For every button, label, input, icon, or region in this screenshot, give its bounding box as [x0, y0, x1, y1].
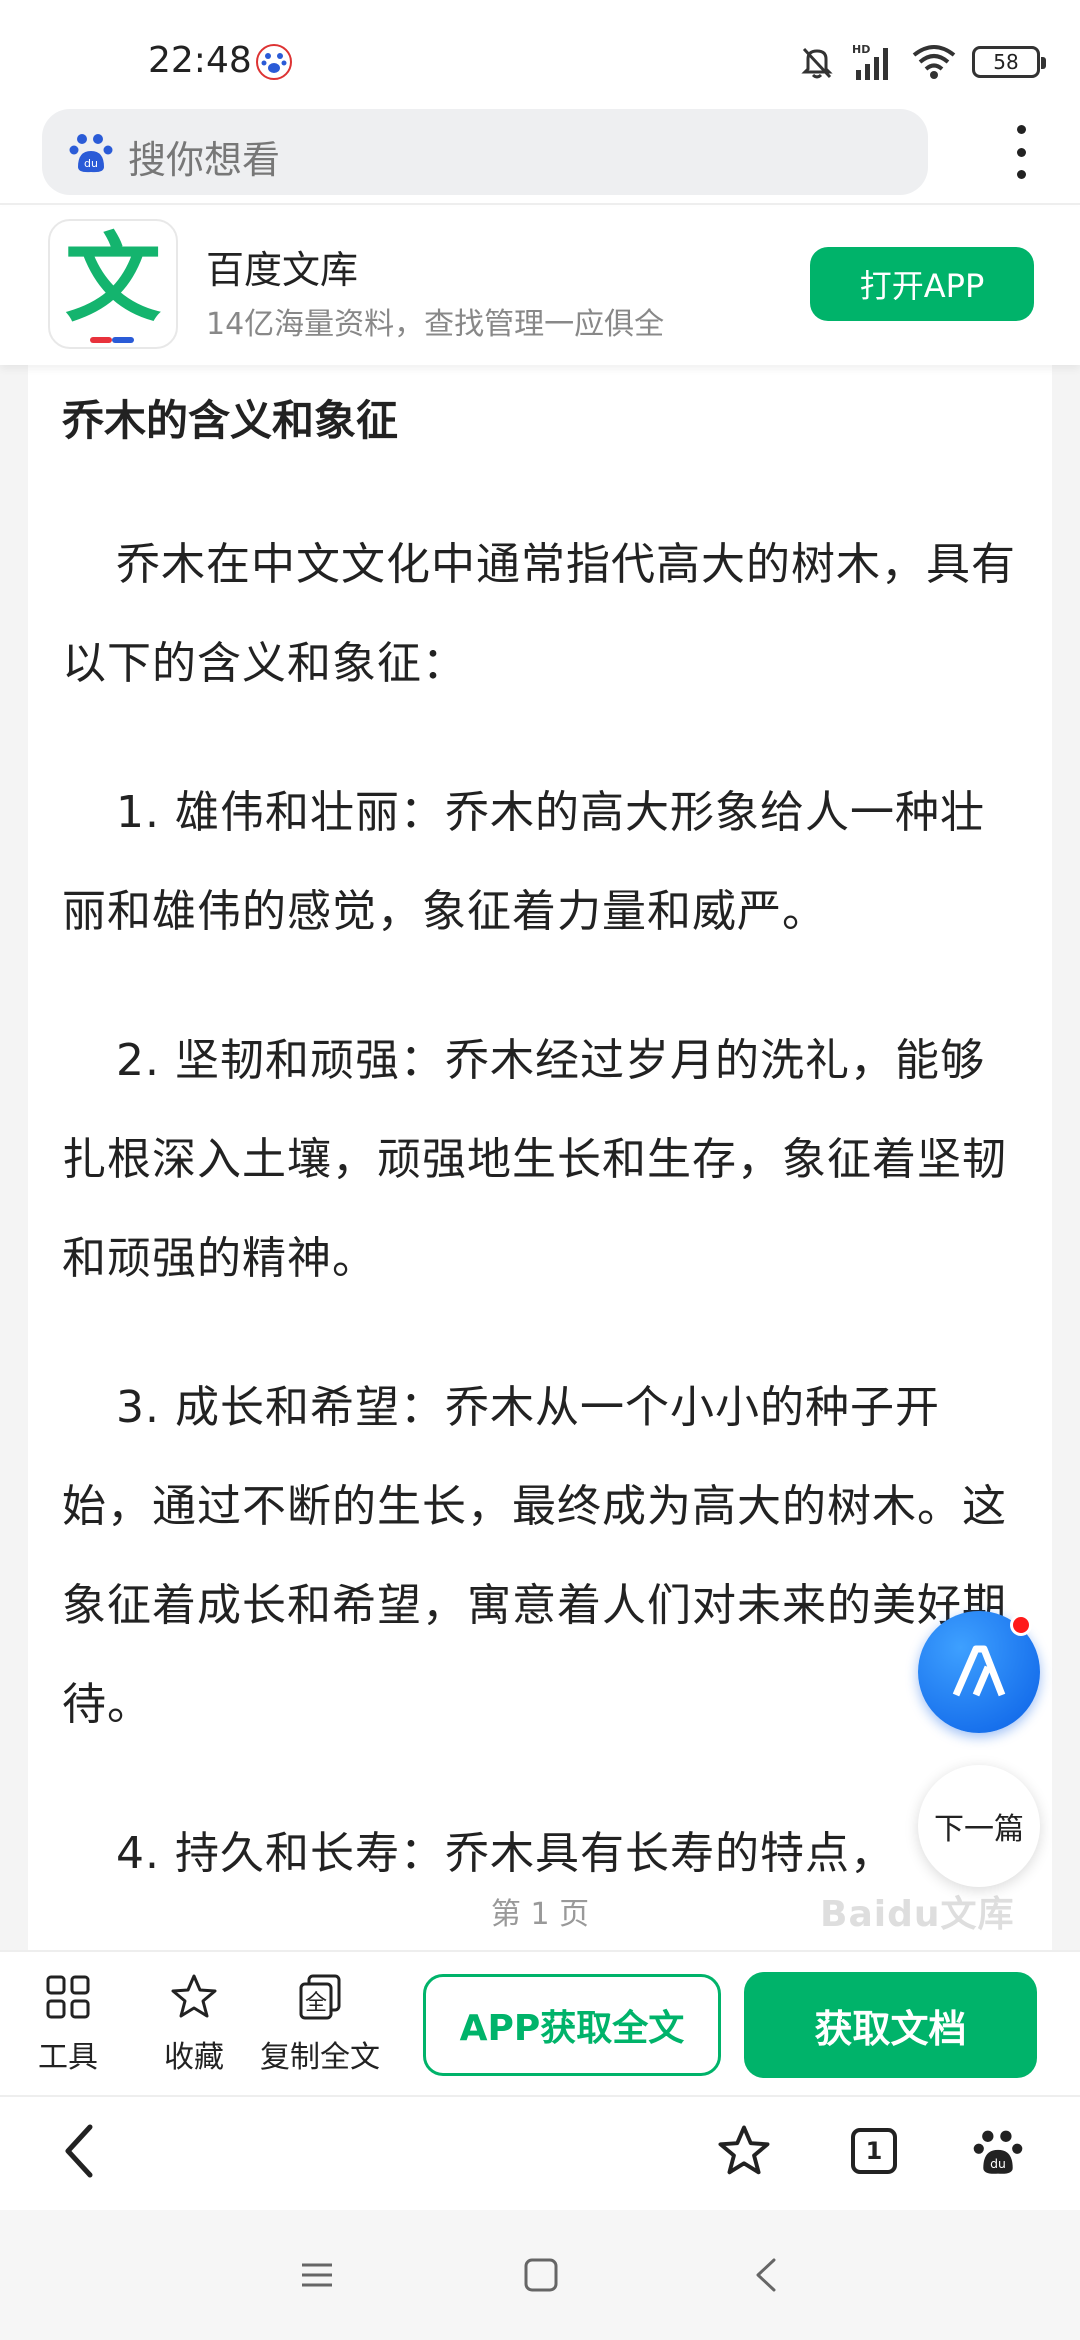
tools-label: 工具 — [38, 2040, 98, 2075]
system-nav-bar — [0, 2210, 1080, 2340]
search-row: du 搜你想看 — [0, 105, 1080, 205]
app-name: 百度文库 — [206, 248, 359, 292]
more-menu-icon[interactable] — [1014, 125, 1028, 179]
paragraph: 乔木在中文文化中通常指代高大的树木，具有以下的含义和象征： — [62, 539, 1016, 689]
paragraph: 3. 成长和希望：乔木从一个小小的种子开始，通过不断的生长，最终成为高大的树木。… — [62, 1382, 1007, 1730]
svg-text:HD: HD — [852, 43, 870, 56]
document-body: 乔木在中文文化中通常指代高大的树木，具有以下的含义和象征： 1. 雄伟和壮丽：乔… — [62, 515, 1027, 1950]
svg-text:全: 全 — [305, 1991, 327, 2016]
home-icon[interactable] — [518, 2252, 564, 2298]
app-subtitle: 14亿海量资料，查找管理一应俱全 — [206, 307, 665, 342]
back-button[interactable] — [50, 2121, 110, 2181]
baidu-wenku-watermark: Baidu文库 — [820, 1894, 1015, 1935]
wenku-app-logo: 文 — [48, 219, 178, 349]
baidu-app-icon — [256, 44, 292, 80]
tab-count: 1 — [851, 2128, 897, 2174]
document-page: 乔木的含义和象征 乔木在中文文化中通常指代高大的树木，具有以下的含义和象征： 1… — [28, 365, 1052, 1950]
hd-signal-icon: HD — [852, 43, 888, 80]
battery-icon: 58 — [972, 46, 1046, 78]
star-icon — [171, 1974, 217, 2018]
ai-assistant-icon — [952, 1645, 1006, 1697]
baidu-paw-icon: du — [69, 134, 113, 173]
browser-nav-bar: 1 du — [0, 2095, 1080, 2210]
paragraph: 1. 雄伟和壮丽：乔木的高大形象给人一种壮丽和雄伟的感觉，象征着力量和威严。 — [62, 787, 985, 937]
document-title: 乔木的含义和象征 — [62, 396, 399, 445]
grid-icon — [46, 1975, 90, 2019]
baidu-paw-icon: du — [973, 2130, 1023, 2174]
svg-text:du: du — [84, 157, 98, 170]
battery-level: 58 — [993, 50, 1019, 74]
app-banner[interactable]: 文 百度文库 14亿海量资料，查找管理一应俱全 打开APP — [0, 207, 1080, 365]
baidu-home-button[interactable]: du — [968, 2121, 1028, 2181]
search-placeholder: 搜你想看 — [128, 138, 281, 182]
wenku-logo-char: 文 — [65, 223, 161, 335]
tabs-button[interactable]: 1 — [844, 2121, 904, 2181]
notification-dot — [1010, 1614, 1032, 1636]
copy-label: 复制全文 — [260, 2040, 380, 2075]
copy-doc-icon: 全 — [299, 1974, 341, 2020]
status-icons: HD 58 — [798, 40, 1046, 84]
bell-muted-icon — [801, 47, 833, 79]
app-full-text-button[interactable]: APP获取全文 — [423, 1974, 721, 2076]
back-triangle-icon[interactable] — [744, 2252, 790, 2298]
status-time: 22:48 — [148, 40, 252, 81]
favorite-label: 收藏 — [164, 2040, 224, 2075]
tools-button[interactable]: 工具 — [38, 1972, 98, 2076]
bookmark-button[interactable] — [714, 2121, 774, 2181]
star-icon — [718, 2125, 770, 2175]
status-bar: 22:48 HD 58 — [0, 0, 1080, 105]
copy-full-text-button[interactable]: 全 复制全文 — [260, 1972, 380, 2076]
get-document-button[interactable]: 获取文档 — [744, 1972, 1037, 2078]
menu-icon[interactable] — [294, 2252, 340, 2298]
paragraph: 2. 坚韧和顽强：乔木经过岁月的洗礼，能够扎根深入土壤，顽强地生长和生存，象征着… — [62, 1035, 1007, 1284]
next-article-button[interactable]: 下一篇 — [918, 1765, 1040, 1887]
chevron-left-icon — [65, 2124, 93, 2178]
svg-text:du: du — [990, 2156, 1006, 2171]
search-input[interactable]: du 搜你想看 — [42, 109, 928, 195]
open-app-button[interactable]: 打开APP — [810, 247, 1034, 321]
wifi-icon — [912, 45, 956, 79]
favorite-button[interactable]: 收藏 — [164, 1972, 224, 2076]
bottom-toolbar: 工具 收藏 全 复制全文 APP获取全文 获取文档 — [0, 1950, 1080, 2095]
